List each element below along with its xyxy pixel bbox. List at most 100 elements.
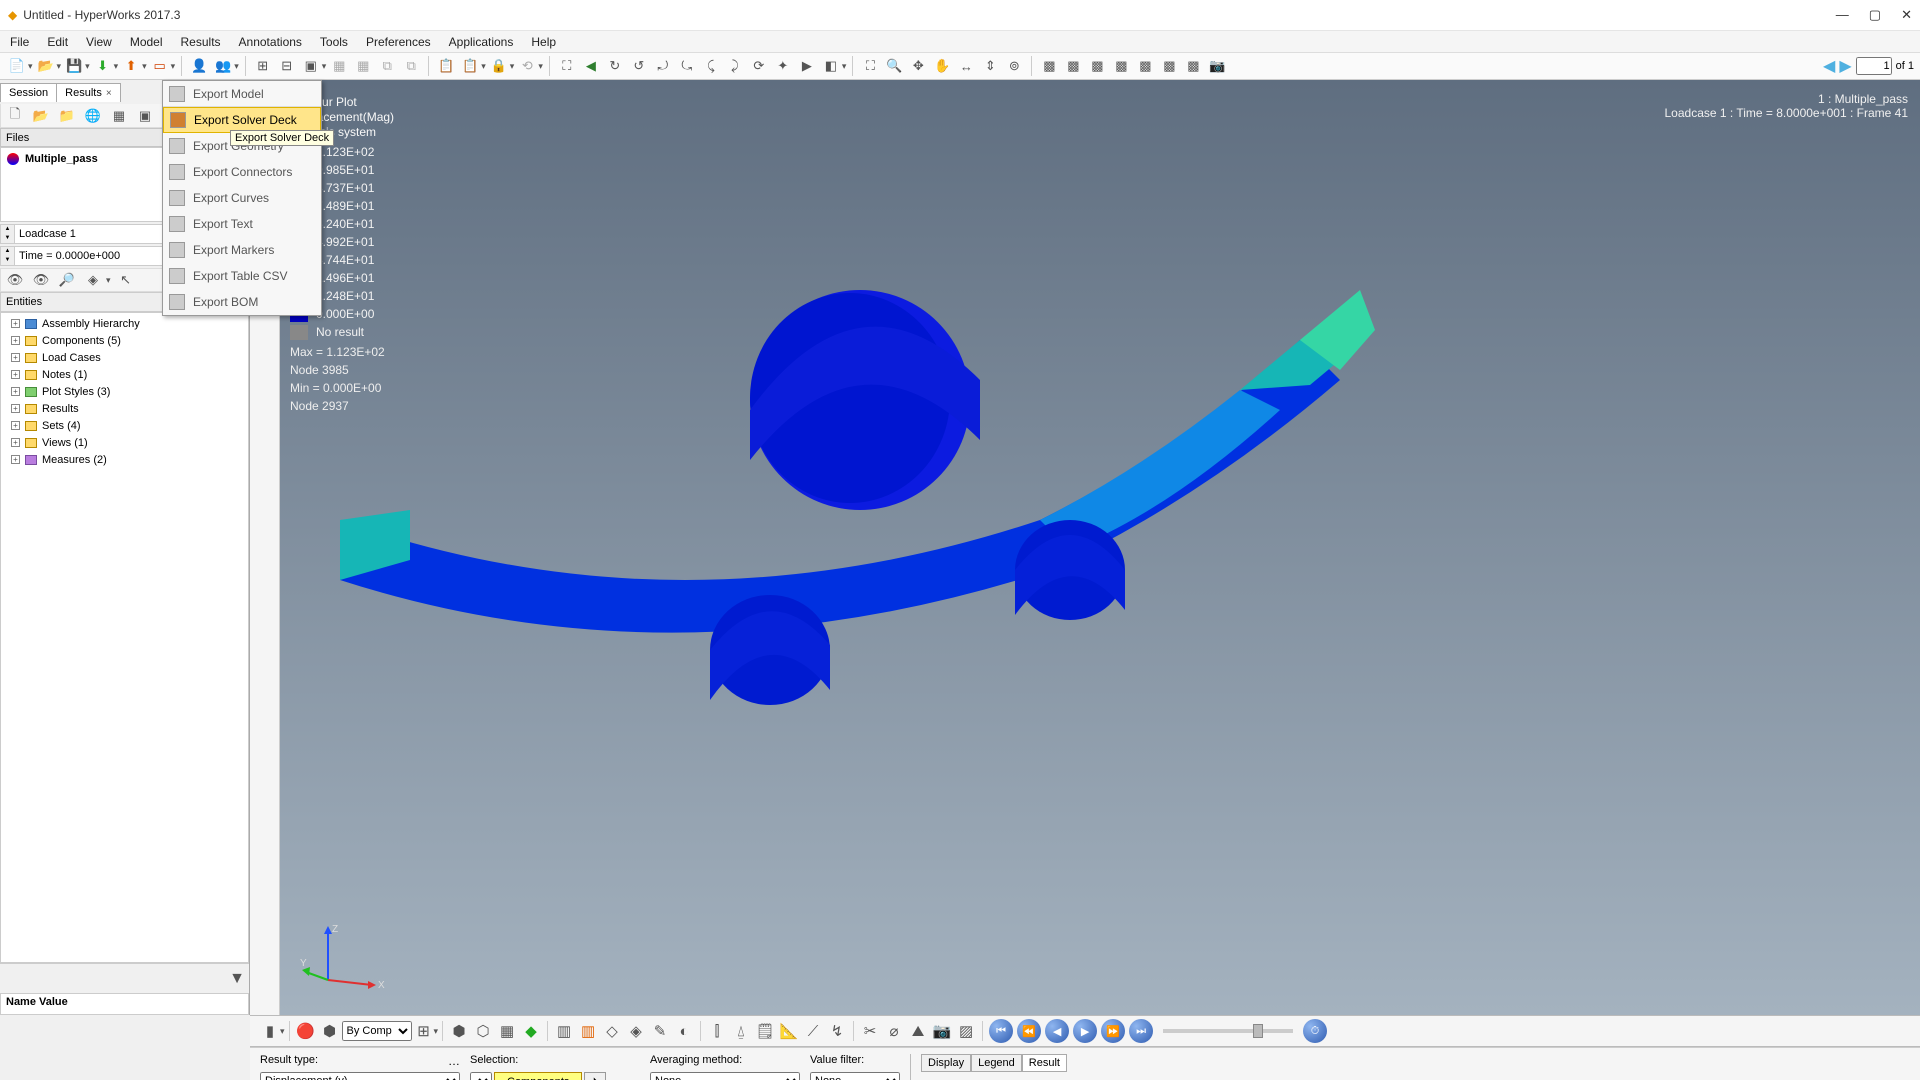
tool4-icon[interactable]: 📷 — [931, 1020, 953, 1042]
folder-icon[interactable]: 📁 — [56, 105, 78, 127]
tree-collapse-handle[interactable]: ▼ — [0, 963, 249, 993]
section-icon[interactable]: ⟋ — [802, 1020, 824, 1042]
grid2-icon[interactable]: ▦ — [352, 55, 374, 77]
tensor-icon[interactable]: ✎ — [649, 1020, 671, 1042]
menu-applications[interactable]: Applications — [444, 33, 519, 51]
new-icon[interactable]: 📄 — [6, 55, 28, 77]
people-icon[interactable]: 👥 — [212, 55, 234, 77]
vector-icon[interactable]: ◈ — [625, 1020, 647, 1042]
export-text-item[interactable]: Export Text — [163, 211, 321, 237]
tree-node[interactable]: +Load Cases — [5, 349, 244, 366]
paste-icon[interactable]: 📋 — [435, 55, 457, 77]
export-icon[interactable]: ⬆ — [120, 55, 142, 77]
expand-icon[interactable]: + — [11, 370, 20, 379]
tree-node[interactable]: +Sets (4) — [5, 417, 244, 434]
tree-node[interactable]: +Plot Styles (3) — [5, 383, 244, 400]
rotate4-icon[interactable]: ⟳ — [748, 55, 770, 77]
shade6-icon[interactable]: ▩ — [1158, 55, 1180, 77]
anim-first-button[interactable]: ⏮ — [989, 1019, 1013, 1043]
export-dropdown-menu[interactable]: Export Model Export Solver Deck Export G… — [162, 80, 322, 316]
expand-icon[interactable]: + — [11, 438, 20, 447]
export-bom-item[interactable]: Export BOM — [163, 289, 321, 315]
rotate2-icon[interactable]: ⤹ — [700, 55, 722, 77]
copy-icon[interactable]: 📋 — [459, 55, 481, 77]
tool2-icon[interactable]: ⌀ — [883, 1020, 905, 1042]
selection-scope-select[interactable] — [470, 1072, 492, 1080]
tree-node[interactable]: +Results — [5, 400, 244, 417]
window-icon[interactable]: ⊞ — [252, 55, 274, 77]
menu-model[interactable]: Model — [125, 33, 168, 51]
menu-tools[interactable]: Tools — [315, 33, 353, 51]
value-filter-select[interactable]: None — [810, 1072, 900, 1080]
menu-edit[interactable]: Edit — [42, 33, 73, 51]
tree-node[interactable]: +Components (5) — [5, 332, 244, 349]
import-icon[interactable]: ⬇ — [92, 55, 114, 77]
close-icon[interactable]: × — [106, 88, 112, 99]
mesh-icon[interactable]: ▦ — [496, 1020, 518, 1042]
rotate-xz-icon[interactable]: ⤾ — [652, 55, 674, 77]
menu-preferences[interactable]: Preferences — [361, 33, 436, 51]
export-connectors-item[interactable]: Export Connectors — [163, 159, 321, 185]
minimize-button[interactable]: — — [1836, 7, 1849, 23]
shade4-icon[interactable]: ▩ — [1110, 55, 1132, 77]
tool1-icon[interactable]: ✂ — [859, 1020, 881, 1042]
arrow-left-icon[interactable]: ◀ — [580, 55, 602, 77]
menu-view[interactable]: View — [81, 33, 117, 51]
hand-icon[interactable]: ✋ — [931, 55, 953, 77]
tab-legend[interactable]: Legend — [971, 1054, 1022, 1072]
avg-select[interactable]: None — [650, 1072, 800, 1080]
tree-node[interactable]: +Views (1) — [5, 434, 244, 451]
tree-node[interactable]: +Assembly Hierarchy — [5, 315, 244, 332]
export-tablecsv-item[interactable]: Export Table CSV — [163, 263, 321, 289]
tree-node[interactable]: +Notes (1) — [5, 366, 244, 383]
contour-icon[interactable]: ▮ — [259, 1020, 281, 1042]
nav-prev-icon[interactable]: ◀ — [1823, 56, 1835, 76]
close-button[interactable]: ✕ — [1901, 7, 1912, 23]
grid1-icon[interactable]: ▦ — [328, 55, 350, 77]
save-icon[interactable]: 💾 — [63, 55, 85, 77]
menu-help[interactable]: Help — [526, 33, 561, 51]
wire-icon[interactable]: ⊞ — [413, 1020, 435, 1042]
query1-icon[interactable]: ⫿ — [706, 1020, 728, 1042]
rotate1-icon[interactable]: ⤿ — [676, 55, 698, 77]
export-markers-item[interactable]: Export Markers — [163, 237, 321, 263]
bycomp-select[interactable]: By Comp — [342, 1021, 412, 1041]
camera-icon[interactable]: 📷 — [1206, 55, 1228, 77]
deformed-icon[interactable]: ◐ — [673, 1020, 695, 1042]
tool3-icon[interactable]: ⛰ — [907, 1020, 929, 1042]
selection-14-button[interactable]: ⏵ — [584, 1072, 606, 1080]
rotate-yz-icon[interactable]: ↺ — [628, 55, 650, 77]
expand-icon[interactable]: + — [11, 319, 20, 328]
note-icon[interactable]: 🗒 — [754, 1020, 776, 1042]
layer-icon[interactable]: ⬢ — [319, 1020, 341, 1042]
axis-icon[interactable]: ✦ — [772, 55, 794, 77]
anim-play-button[interactable]: ▶ — [1073, 1019, 1097, 1043]
tab-results[interactable]: Results× — [56, 83, 121, 102]
menu-annotations[interactable]: Annotations — [234, 33, 307, 51]
tab-result[interactable]: Result — [1022, 1054, 1067, 1072]
anim-prev-button[interactable]: ⏪ — [1017, 1019, 1041, 1043]
pointer-icon[interactable]: ↖ — [115, 269, 137, 291]
pi-icon[interactable]: ▶ — [796, 55, 818, 77]
pan-icon[interactable]: ✥ — [907, 55, 929, 77]
rotate-xy-icon[interactable]: ↻ — [604, 55, 626, 77]
trans-icon[interactable]: ⬡ — [472, 1020, 494, 1042]
open-file-icon[interactable]: 📂 — [30, 105, 52, 127]
tree-node[interactable]: +Measures (2) — [5, 451, 244, 468]
iso-icon[interactable]: ◇ — [601, 1020, 623, 1042]
expand-icon[interactable]: … — [448, 1054, 460, 1068]
export-model-item[interactable]: Export Model — [163, 81, 321, 107]
isolate-icon[interactable]: ◈ — [82, 269, 104, 291]
page-number-input[interactable] — [1856, 57, 1892, 75]
eye1-icon[interactable]: 👁 — [4, 269, 26, 291]
anim-fwd-button[interactable]: ⏩ — [1101, 1019, 1125, 1043]
shade2-icon[interactable]: ▩ — [1062, 55, 1084, 77]
zoom-out-icon[interactable]: ⇕ — [979, 55, 1001, 77]
tab-session[interactable]: Session — [0, 83, 57, 102]
result-type-select[interactable]: Displacement (v) — [260, 1072, 460, 1080]
feature-icon[interactable]: ◆ — [520, 1020, 542, 1042]
measure-icon[interactable]: 📐 — [778, 1020, 800, 1042]
shade3-icon[interactable]: ▩ — [1086, 55, 1108, 77]
shade7-icon[interactable]: ▩ — [1182, 55, 1204, 77]
anim-last-button[interactable]: ⏭ — [1129, 1019, 1153, 1043]
